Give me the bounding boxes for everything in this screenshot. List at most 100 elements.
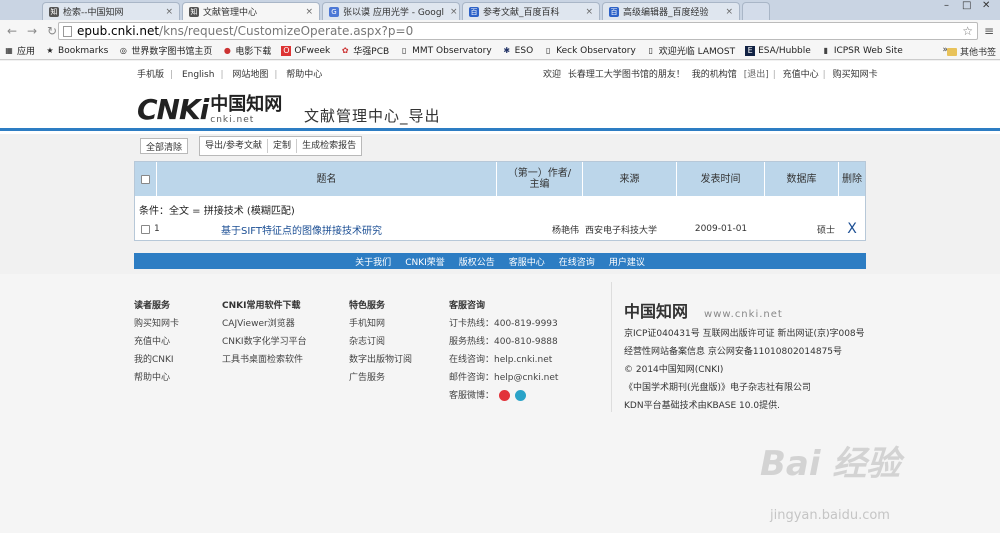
url-path: /kns/request/CustomizeOperate.aspx?p=0 xyxy=(159,24,414,38)
service-center-link[interactable]: 客服中心 xyxy=(509,255,545,268)
footer-link[interactable]: 广告服务 xyxy=(349,370,412,383)
bookmark-movie[interactable]: ● 电影下载 xyxy=(222,44,272,58)
mobile-link[interactable]: 手机版 xyxy=(137,70,164,80)
footer-link[interactable]: 充值中心 xyxy=(134,334,179,347)
close-icon[interactable]: × xyxy=(299,7,313,17)
url-input[interactable]: epub.cnki.net /kns/request/CustomizeOper… xyxy=(58,22,978,40)
honor-link[interactable]: CNKI荣誉 xyxy=(405,255,445,268)
online-help[interactable]: 在线咨询：help.cnki.net xyxy=(449,352,558,365)
generate-report-button[interactable]: 生成检索报告 xyxy=(297,139,361,153)
footer-logo-zh: 中国知网 xyxy=(624,302,689,321)
user-name: 长春理工大学图书馆 xyxy=(567,70,649,80)
header-author[interactable]: （第一）作者/主编 xyxy=(497,162,583,196)
footer-link[interactable]: 帮助中心 xyxy=(134,370,179,383)
buy-card-link[interactable]: 购买知网卡 xyxy=(833,70,878,80)
header-database[interactable]: 数据库 xyxy=(765,162,839,196)
online-consult-link[interactable]: 在线咨询 xyxy=(559,255,595,268)
bookmark-pcb[interactable]: ✿ 华强PCB xyxy=(340,44,389,58)
footer-link[interactable]: 杂志订阅 xyxy=(349,334,412,347)
back-icon[interactable]: ← xyxy=(4,24,20,38)
tab-baike[interactable]: 百 参考文献_百度百科 × xyxy=(462,2,600,20)
bookmark-apps[interactable]: ▦ 应用 xyxy=(4,44,35,58)
baidu-favicon-icon: 百 xyxy=(469,6,479,17)
bookmark-esa-hubble[interactable]: E ESA/Hubble xyxy=(745,45,811,56)
header-date[interactable]: 发表时间 xyxy=(677,162,765,196)
bookmark-bookmarks[interactable]: ★ Bookmarks xyxy=(45,46,108,56)
apps-icon: ▦ xyxy=(5,45,13,55)
author-cell: 杨艳伟 xyxy=(551,225,579,236)
menu-icon[interactable]: ≡ xyxy=(984,24,994,38)
globe-icon: ◎ xyxy=(119,45,127,55)
card-hotline: 订卡热线：400-819-9993 xyxy=(449,319,558,329)
close-icon[interactable]: × xyxy=(159,7,173,17)
customize-button[interactable]: 定制 xyxy=(268,139,298,153)
tab-jingyan[interactable]: 百 高级编辑器_百度经验 × xyxy=(602,2,740,20)
header-source[interactable]: 来源 xyxy=(583,162,677,196)
copyright-link[interactable]: 版权公告 xyxy=(459,255,495,268)
logout-link[interactable]: [退出] xyxy=(744,70,769,80)
tab-cnki-search[interactable]: 知 检索--中国知网 × xyxy=(42,2,180,20)
bookmark-mmt[interactable]: ▯ MMT Observatory xyxy=(399,46,492,56)
service-hotline: 服务热线：400-810-9888 xyxy=(449,337,558,347)
tab-google[interactable]: G 张以谟 应用光学 - Googl × xyxy=(322,2,460,20)
weibo-row: 客服微博： xyxy=(449,388,558,401)
recharge-link[interactable]: 充值中心 xyxy=(783,70,819,80)
cnki-logo[interactable]: CNKi 中国知网 cnki.net xyxy=(137,89,283,126)
other-bookmarks-button[interactable]: 其他书签 xyxy=(946,45,996,58)
bookmarks-bar: ▦ 应用 ★ Bookmarks ◎ 世界数字图书馆主页 ● 电影下载 O OFweek … xyxy=(0,42,1000,60)
help-link[interactable]: 帮助中心 xyxy=(286,70,322,80)
address-toolbar: ← → ↻ epub.cnki.net /kns/request/Customi… xyxy=(0,20,1000,42)
footer-software: CNKI常用软件下载 CAJViewer浏览器 CNKI数字化学习平台 工具书桌… xyxy=(222,301,307,365)
bookmark-eso[interactable]: ✱ ESO xyxy=(502,46,533,56)
close-icon[interactable]: × xyxy=(444,7,458,17)
tab-label: 高级编辑器_百度经验 xyxy=(623,8,709,18)
bookmark-keck[interactable]: ▯ Keck Observatory xyxy=(543,46,636,56)
bookmark-lamost[interactable]: ▯ 欢迎光临 LAMOST xyxy=(646,44,736,58)
page-icon: ▯ xyxy=(401,45,407,55)
maximize-icon[interactable]: □ xyxy=(962,0,971,11)
export-button[interactable]: 导出/参考文献 xyxy=(200,139,269,153)
header-delete: 删除 xyxy=(842,173,862,185)
sitemap-link[interactable]: 网站地图 xyxy=(232,70,268,80)
logo-zh-text: 中国知网 xyxy=(210,94,283,115)
email-help[interactable]: 邮件咨询：help@cnki.net xyxy=(449,370,558,383)
bookmark-ofweek[interactable]: O OFweek xyxy=(281,45,330,56)
footer-link[interactable]: CNKI数字化学习平台 xyxy=(222,334,307,347)
page-icon: ▯ xyxy=(648,45,653,55)
english-link[interactable]: English xyxy=(182,70,215,80)
about-link[interactable]: 关于我们 xyxy=(355,255,391,268)
my-org-link[interactable]: 我的机构馆 xyxy=(692,70,737,80)
bookmark-icpsr[interactable]: ▮ ICPSR Web Site xyxy=(821,46,903,56)
window-close-icon[interactable]: ✕ xyxy=(982,0,990,11)
footer-reader-services: 读者服务 购买知网卡 充值中心 我的CNKI 帮助中心 xyxy=(134,301,180,383)
sina-weibo-icon[interactable] xyxy=(498,390,510,401)
footer-link[interactable]: 购买知网卡 xyxy=(134,316,179,329)
tab-literature-center[interactable]: 知 文献管理中心 × xyxy=(182,2,320,20)
bookmark-star-icon[interactable]: ☆ xyxy=(962,24,973,38)
footer-link[interactable]: 我的CNKI xyxy=(134,352,179,365)
footer-link[interactable]: 工具书桌面检索软件 xyxy=(222,352,307,365)
new-tab-button[interactable] xyxy=(742,2,770,20)
close-icon[interactable]: × xyxy=(719,7,733,17)
row-checkbox[interactable] xyxy=(141,224,150,234)
page-icon xyxy=(63,25,72,37)
close-icon[interactable]: × xyxy=(579,7,593,17)
forward-icon[interactable]: → xyxy=(24,24,40,38)
bookmark-wdl[interactable]: ◎ 世界数字图书馆主页 xyxy=(118,44,213,58)
minimize-icon[interactable]: – xyxy=(944,0,949,11)
tencent-weibo-icon[interactable] xyxy=(514,390,526,401)
clear-all-button[interactable]: 全部清除 xyxy=(140,138,189,154)
paper-title-link[interactable]: 基于SIFT特征点的图像拼接技术研究 xyxy=(221,222,382,237)
header-title[interactable]: 题名 xyxy=(157,162,497,196)
search-condition: 条件：全文 = 拼接技术 (模糊匹配) xyxy=(139,206,295,217)
footer-link[interactable]: 数字出版物订阅 xyxy=(349,352,412,365)
delete-icon[interactable]: X xyxy=(847,221,857,237)
footer-link[interactable]: CAJViewer浏览器 xyxy=(222,316,307,329)
source-cell[interactable]: 西安电子科技大学 xyxy=(585,223,657,236)
table-header: 题名 （第一）作者/主编 来源 发表时间 数据库 删除 xyxy=(135,162,865,196)
footer-link[interactable]: 手机知网 xyxy=(349,316,412,329)
footer-divider xyxy=(611,282,612,412)
feedback-link[interactable]: 用户建议 xyxy=(609,255,645,268)
eso-icon: ✱ xyxy=(503,45,511,55)
select-all-checkbox[interactable] xyxy=(141,174,150,184)
